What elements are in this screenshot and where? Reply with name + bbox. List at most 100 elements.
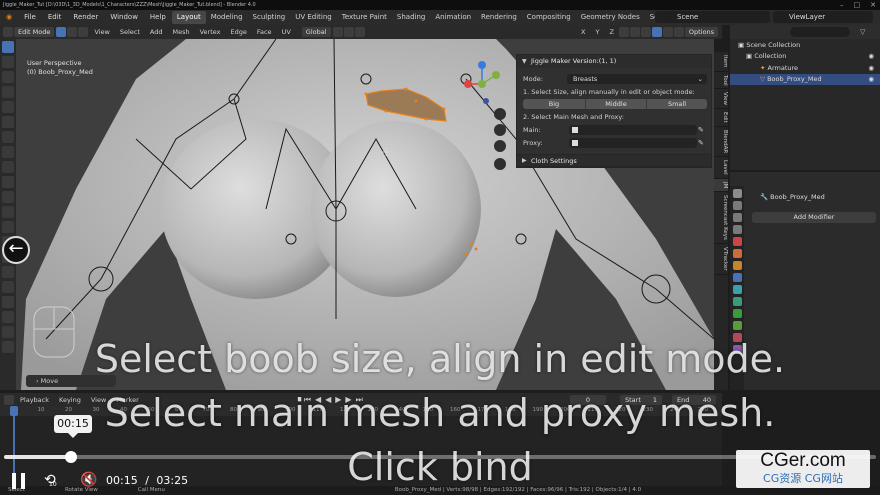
xray-icon[interactable]	[629, 27, 640, 37]
sidebar-tab-blendar[interactable]: BlendAR	[714, 127, 728, 158]
tab-uv-editing[interactable]: UV Editing	[290, 11, 337, 24]
world-props-icon[interactable]	[732, 249, 742, 258]
material-shading-icon[interactable]	[662, 27, 673, 37]
solid-shading-icon[interactable]	[651, 27, 662, 37]
menu-edit[interactable]: Edit	[42, 10, 68, 25]
pause-button[interactable]	[12, 473, 26, 489]
modifier-props-icon[interactable]	[732, 273, 742, 282]
axis-y-toggle[interactable]: Y	[590, 28, 604, 36]
outliner-collection[interactable]: ▣ Collection ◉	[730, 51, 880, 62]
tab-modeling[interactable]: Modeling	[206, 11, 248, 24]
select-box-tool[interactable]	[2, 41, 14, 53]
menu-mesh[interactable]: Mesh	[167, 28, 194, 36]
tab-animation[interactable]: Animation	[430, 11, 476, 24]
move-tool[interactable]	[2, 71, 14, 83]
sidebar-tab-view[interactable]: View	[714, 89, 728, 110]
menu-face[interactable]: Face	[252, 28, 277, 36]
add-cube-tool[interactable]	[2, 161, 14, 173]
snap-icon[interactable]	[343, 27, 354, 37]
edge-slide-tool[interactable]	[2, 296, 14, 308]
eye-icon[interactable]: ◉	[868, 63, 874, 74]
edge-select-icon[interactable]	[67, 27, 78, 37]
tab-rendering[interactable]: Rendering	[476, 11, 522, 24]
size-big-button[interactable]: Big	[523, 99, 585, 109]
wireframe-shading-icon[interactable]	[640, 27, 651, 37]
menu-edge[interactable]: Edge	[226, 28, 252, 36]
scene-props-icon[interactable]	[732, 237, 742, 246]
data-props-icon[interactable]	[732, 321, 742, 330]
loop-cut-tool[interactable]	[2, 221, 14, 233]
cursor-tool[interactable]	[2, 56, 14, 68]
sidebar-tab-item[interactable]: Item	[714, 52, 728, 72]
sidebar-tab-vtracker[interactable]: VTracker	[714, 244, 728, 275]
main-mesh-field[interactable]	[569, 125, 697, 135]
inset-tool[interactable]	[2, 191, 14, 203]
tab-geometry-nodes[interactable]: Geometry Nodes	[576, 11, 645, 24]
sidebar-tab-edit[interactable]: Edit	[714, 109, 728, 127]
particles-props-icon[interactable]	[732, 285, 742, 294]
constraints-props-icon[interactable]	[732, 309, 742, 318]
eye-icon[interactable]: ◉	[868, 74, 874, 85]
tab-layout[interactable]: Layout	[171, 11, 206, 24]
filter-icon[interactable]: ▽	[860, 28, 865, 36]
tool-props-icon[interactable]	[732, 189, 742, 198]
eyedropper-icon[interactable]: ✎	[698, 126, 706, 134]
smooth-tool[interactable]	[2, 281, 14, 293]
sidebar-tab-jm[interactable]: JM	[714, 178, 728, 193]
mute-button[interactable]: 🔇	[80, 472, 98, 490]
maximize-button[interactable]: □	[854, 0, 861, 10]
back-arrow-button[interactable]: ←	[2, 236, 30, 264]
menu-vertex[interactable]: Vertex	[195, 28, 226, 36]
annotate-tool[interactable]	[2, 131, 14, 143]
outliner-armature[interactable]: ✦ Armature ◉	[730, 63, 880, 74]
overlay-icon[interactable]	[618, 27, 629, 37]
object-props-icon[interactable]	[732, 261, 742, 270]
menu-uv[interactable]: UV	[277, 28, 296, 36]
pivot-icon[interactable]	[332, 27, 343, 37]
menu-file[interactable]: File	[18, 10, 42, 25]
render-props-icon[interactable]	[732, 201, 742, 210]
add-modifier-button[interactable]: Add Modifier	[752, 212, 876, 223]
vertex-select-icon[interactable]	[56, 27, 67, 37]
spin-tool[interactable]	[2, 266, 14, 278]
size-middle-button[interactable]: Middle	[585, 99, 646, 109]
orientation-selector[interactable]: Global	[301, 27, 331, 37]
menu-render[interactable]: Render	[67, 10, 104, 25]
axis-x-toggle[interactable]: X	[576, 28, 590, 36]
scene-selector[interactable]: Scene	[655, 11, 770, 23]
view-layer-selector[interactable]: ViewLayer	[773, 11, 873, 23]
sidebar-tab-tool[interactable]: Tool	[714, 72, 728, 90]
cloth-settings-panel[interactable]: ▶ Cloth Settings	[516, 154, 712, 167]
editor-type-icon[interactable]	[3, 27, 13, 37]
shrink-fatten-tool[interactable]	[2, 311, 14, 323]
menu-select[interactable]: Select	[115, 28, 145, 36]
mode-dropdown[interactable]: Breasts ⌄	[567, 74, 707, 84]
rotate-tool[interactable]	[2, 86, 14, 98]
measure-tool[interactable]	[2, 146, 14, 158]
bevel-tool[interactable]	[2, 206, 14, 218]
blender-logo-icon[interactable]: ◉	[0, 10, 18, 25]
tab-sculpting[interactable]: Sculpting	[248, 11, 291, 24]
sidebar-tab-screencast-keys[interactable]: Screencast Keys	[714, 192, 728, 245]
close-button[interactable]: ✕	[870, 0, 876, 10]
tab-shading[interactable]: Shading	[392, 11, 430, 24]
minimize-button[interactable]: –	[840, 0, 844, 10]
menu-view[interactable]: View	[89, 28, 114, 36]
options-dropdown[interactable]: Options	[684, 27, 718, 37]
view-layer-props-icon[interactable]	[732, 225, 742, 234]
outliner-boob-proxy[interactable]: ▽ Boob_Proxy_Med ◉	[730, 74, 880, 85]
rewind-10-button[interactable]: ⟲ 10	[44, 472, 64, 490]
physics-props-icon[interactable]	[732, 297, 742, 306]
menu-help[interactable]: Help	[144, 10, 172, 25]
eye-icon[interactable]: ◉	[868, 51, 874, 62]
output-props-icon[interactable]	[732, 213, 742, 222]
transform-tool[interactable]	[2, 116, 14, 128]
tab-compositing[interactable]: Compositing	[522, 11, 576, 24]
scale-tool[interactable]	[2, 101, 14, 113]
jiggle-panel-header[interactable]: ▼ Jiggle Maker Version:(1, 1)	[517, 55, 711, 68]
rendered-shading-icon[interactable]	[673, 27, 684, 37]
eyedropper-icon[interactable]: ✎	[698, 139, 706, 147]
tab-texture-paint[interactable]: Texture Paint	[337, 11, 392, 24]
axis-z-toggle[interactable]: Z	[604, 28, 618, 36]
proportional-edit-icon[interactable]	[354, 27, 365, 37]
